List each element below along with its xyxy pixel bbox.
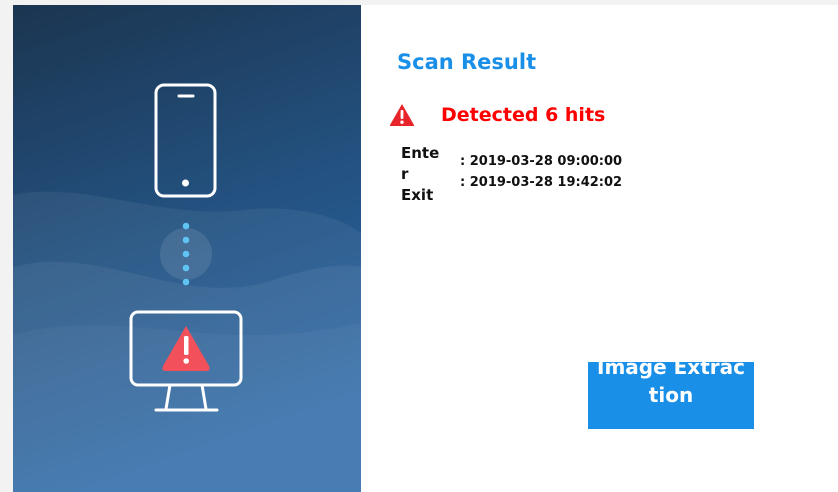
scan-result-dialog: Scan Result Detected 6 hits Enter Exit :… [13,5,838,492]
time-labels: Enter Exit [401,143,441,206]
enter-label: Enter [401,144,440,183]
scan-result-content: Scan Result Detected 6 hits Enter Exit :… [361,5,838,492]
enter-time-value: : 2019-03-28 09:00:00 [460,154,623,169]
image-extraction-button-label: Image Extraction [597,362,745,407]
image-extraction-button[interactable]: Image Extraction [588,362,754,429]
detected-hits-text: Detected 6 hits [441,104,606,126]
exit-time-value: : 2019-03-28 19:42:02 [460,175,623,190]
time-values: : 2019-03-28 09:00:00 : 2019-03-28 19:42… [460,151,680,193]
exit-label: Exit [401,186,434,204]
illustration-panel [13,5,361,492]
dialog-title: Scan Result [397,50,537,74]
warning-triangle-icon [389,104,415,126]
monitor-warning-icon [129,310,243,412]
